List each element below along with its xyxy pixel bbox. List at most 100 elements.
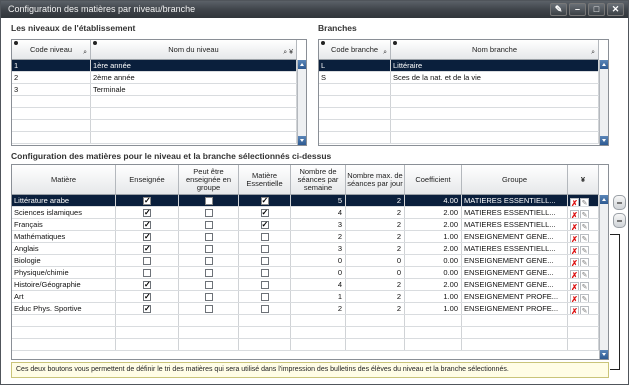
delete-icon[interactable]: ✗	[570, 197, 579, 206]
column-header-code-branche[interactable]: Code branche ⌕	[319, 40, 391, 60]
column-header-code-niveau[interactable]: Code niveau ⌕	[12, 40, 91, 60]
table-row[interactable]	[12, 339, 599, 351]
groupe-checkbox[interactable]	[204, 245, 213, 254]
table-row[interactable]: Anglais 322.00MATIERES ESSENTIELL...✗✎	[12, 243, 599, 255]
essentielle-checkbox[interactable]	[260, 219, 269, 230]
enseignee-checkbox[interactable]	[143, 291, 151, 302]
table-row[interactable]: 1 1ère année	[12, 60, 297, 72]
move-up-button[interactable]	[613, 195, 626, 210]
scroll-down-icon[interactable]	[600, 350, 608, 359]
delete-icon[interactable]: ✗	[570, 233, 579, 242]
essentielle-checkbox[interactable]	[260, 281, 269, 290]
scroll-up-icon[interactable]	[600, 60, 608, 69]
table-row[interactable]: Physique/chimie 0 0 0.00 ENSEIGNEMENT GENE..…	[12, 267, 599, 279]
table-row[interactable]	[319, 132, 599, 144]
column-header-groupe[interactable]: Groupe	[462, 165, 568, 195]
groupe-checkbox[interactable]	[204, 209, 213, 218]
edit-icon[interactable]: ✎	[580, 281, 589, 290]
table-row[interactable]: Educ Phys. Sportive221.00ENSEIGNEMENT PR…	[12, 303, 599, 315]
table-row[interactable]	[12, 315, 599, 327]
table-row[interactable]	[12, 132, 297, 144]
scroll-down-icon[interactable]	[600, 136, 608, 145]
groupe-checkbox[interactable]	[204, 293, 213, 302]
delete-icon[interactable]: ✗	[570, 257, 579, 266]
column-header-nom-branche[interactable]: Nom branche ⌕	[391, 40, 599, 60]
groupe-checkbox[interactable]	[204, 269, 213, 278]
close-icon[interactable]: ✕	[607, 3, 624, 16]
groupe-checkbox[interactable]	[204, 233, 213, 242]
sort-icon[interactable]: ⌕ ¥	[283, 49, 293, 57]
edit-icon[interactable]: ✎	[580, 209, 589, 218]
search-icon[interactable]: ⌕	[383, 49, 387, 57]
essentielle-checkbox[interactable]	[260, 305, 269, 314]
groupe-checkbox[interactable]	[204, 257, 213, 266]
essentielle-checkbox[interactable]	[260, 293, 269, 302]
delete-icon[interactable]: ✗	[570, 293, 579, 302]
edit-icon[interactable]: ✎	[580, 233, 589, 242]
enseignee-checkbox[interactable]	[143, 195, 151, 206]
edit-icon[interactable]: ✎	[580, 305, 589, 314]
column-header-matiere[interactable]: Matière	[12, 165, 116, 195]
table-row[interactable]	[12, 327, 599, 339]
delete-icon[interactable]: ✗	[570, 245, 579, 254]
enseignee-checkbox[interactable]	[143, 279, 151, 290]
table-row[interactable]: Sciences islamiques 422.00MATIERES ESSENT…	[12, 207, 599, 219]
edit-icon[interactable]: ✎	[580, 197, 589, 206]
column-header-coefficient[interactable]: Coefficient	[405, 165, 462, 195]
essentielle-checkbox[interactable]	[260, 269, 269, 278]
edit-icon[interactable]: ✎	[580, 221, 589, 230]
table-row[interactable]: S Sces de la nat. et de la vie	[319, 72, 599, 84]
search-icon[interactable]: ⌕	[591, 49, 595, 57]
delete-icon[interactable]: ✗	[570, 305, 579, 314]
move-down-button[interactable]	[613, 213, 626, 228]
table-row[interactable]: L Littéraire	[319, 60, 599, 72]
table-row[interactable]: Biologie 0 0 0.00 ENSEIGNEMENT GENE... ✗ ✎	[12, 255, 599, 267]
column-chooser-button[interactable]: ¥	[568, 165, 599, 195]
enseignee-checkbox[interactable]	[143, 231, 151, 242]
table-row[interactable]	[12, 96, 297, 108]
matieres-scrollbar[interactable]	[599, 195, 608, 359]
scroll-up-icon[interactable]	[298, 60, 306, 69]
groupe-checkbox[interactable]	[204, 221, 213, 230]
table-row[interactable]: Histoire/Géographie 422.00ENSEIGNEMENT GE…	[12, 279, 599, 291]
enseignee-checkbox[interactable]	[143, 303, 151, 314]
table-row[interactable]	[319, 84, 599, 96]
enseignee-checkbox[interactable]	[143, 243, 151, 254]
groupe-checkbox[interactable]	[204, 305, 213, 314]
table-row[interactable]: Français 322.00MATIERES ESSENTIELL...✗✎	[12, 219, 599, 231]
column-header-max-jour[interactable]: Nombre max. de séances par jour	[346, 165, 405, 195]
enseignee-checkbox[interactable]	[143, 207, 151, 218]
table-row[interactable]: 3 Terminale	[12, 84, 297, 96]
table-row[interactable]: Littérature arabe 524.00MATIERES ESSENTIE…	[12, 195, 599, 207]
table-row[interactable]	[319, 108, 599, 120]
groupe-checkbox[interactable]	[204, 197, 213, 206]
groupe-checkbox[interactable]	[204, 281, 213, 290]
table-row[interactable]: 2 2ème année	[12, 72, 297, 84]
delete-icon[interactable]: ✗	[570, 269, 579, 278]
delete-icon[interactable]: ✗	[570, 281, 579, 290]
essentielle-checkbox[interactable]	[260, 207, 269, 218]
enseignee-checkbox[interactable]	[143, 269, 151, 278]
delete-icon[interactable]: ✗	[570, 221, 579, 230]
table-row[interactable]	[12, 108, 297, 120]
brush-icon[interactable]: ✎	[550, 3, 567, 16]
essentielle-checkbox[interactable]	[260, 233, 269, 242]
delete-icon[interactable]: ✗	[570, 209, 579, 218]
essentielle-checkbox[interactable]	[260, 245, 269, 254]
table-row[interactable]: Art 121.00ENSEIGNEMENT PROFE...✗✎	[12, 291, 599, 303]
edit-icon[interactable]: ✎	[580, 245, 589, 254]
column-header-groupe-possible[interactable]: Peut être enseignée en groupe	[179, 165, 239, 195]
table-row[interactable]	[319, 120, 599, 132]
essentielle-checkbox[interactable]	[260, 195, 269, 206]
table-row[interactable]: Mathématiques221.00ENSEIGNEMENT GENE...✗…	[12, 231, 599, 243]
edit-icon[interactable]: ✎	[580, 257, 589, 266]
edit-icon[interactable]: ✎	[580, 293, 589, 302]
column-header-seances-semaine[interactable]: Nombre de séances par semaine	[291, 165, 346, 195]
edit-icon[interactable]: ✎	[580, 269, 589, 278]
column-header-essentielle[interactable]: Matière Essentielle	[239, 165, 291, 195]
column-header-nom-niveau[interactable]: Nom du niveau ⌕ ¥	[91, 40, 297, 60]
branches-scrollbar[interactable]	[599, 60, 608, 145]
column-header-enseignee[interactable]: Enseignée	[116, 165, 179, 195]
scroll-down-icon[interactable]	[298, 136, 306, 145]
maximize-icon[interactable]: □	[588, 3, 605, 16]
